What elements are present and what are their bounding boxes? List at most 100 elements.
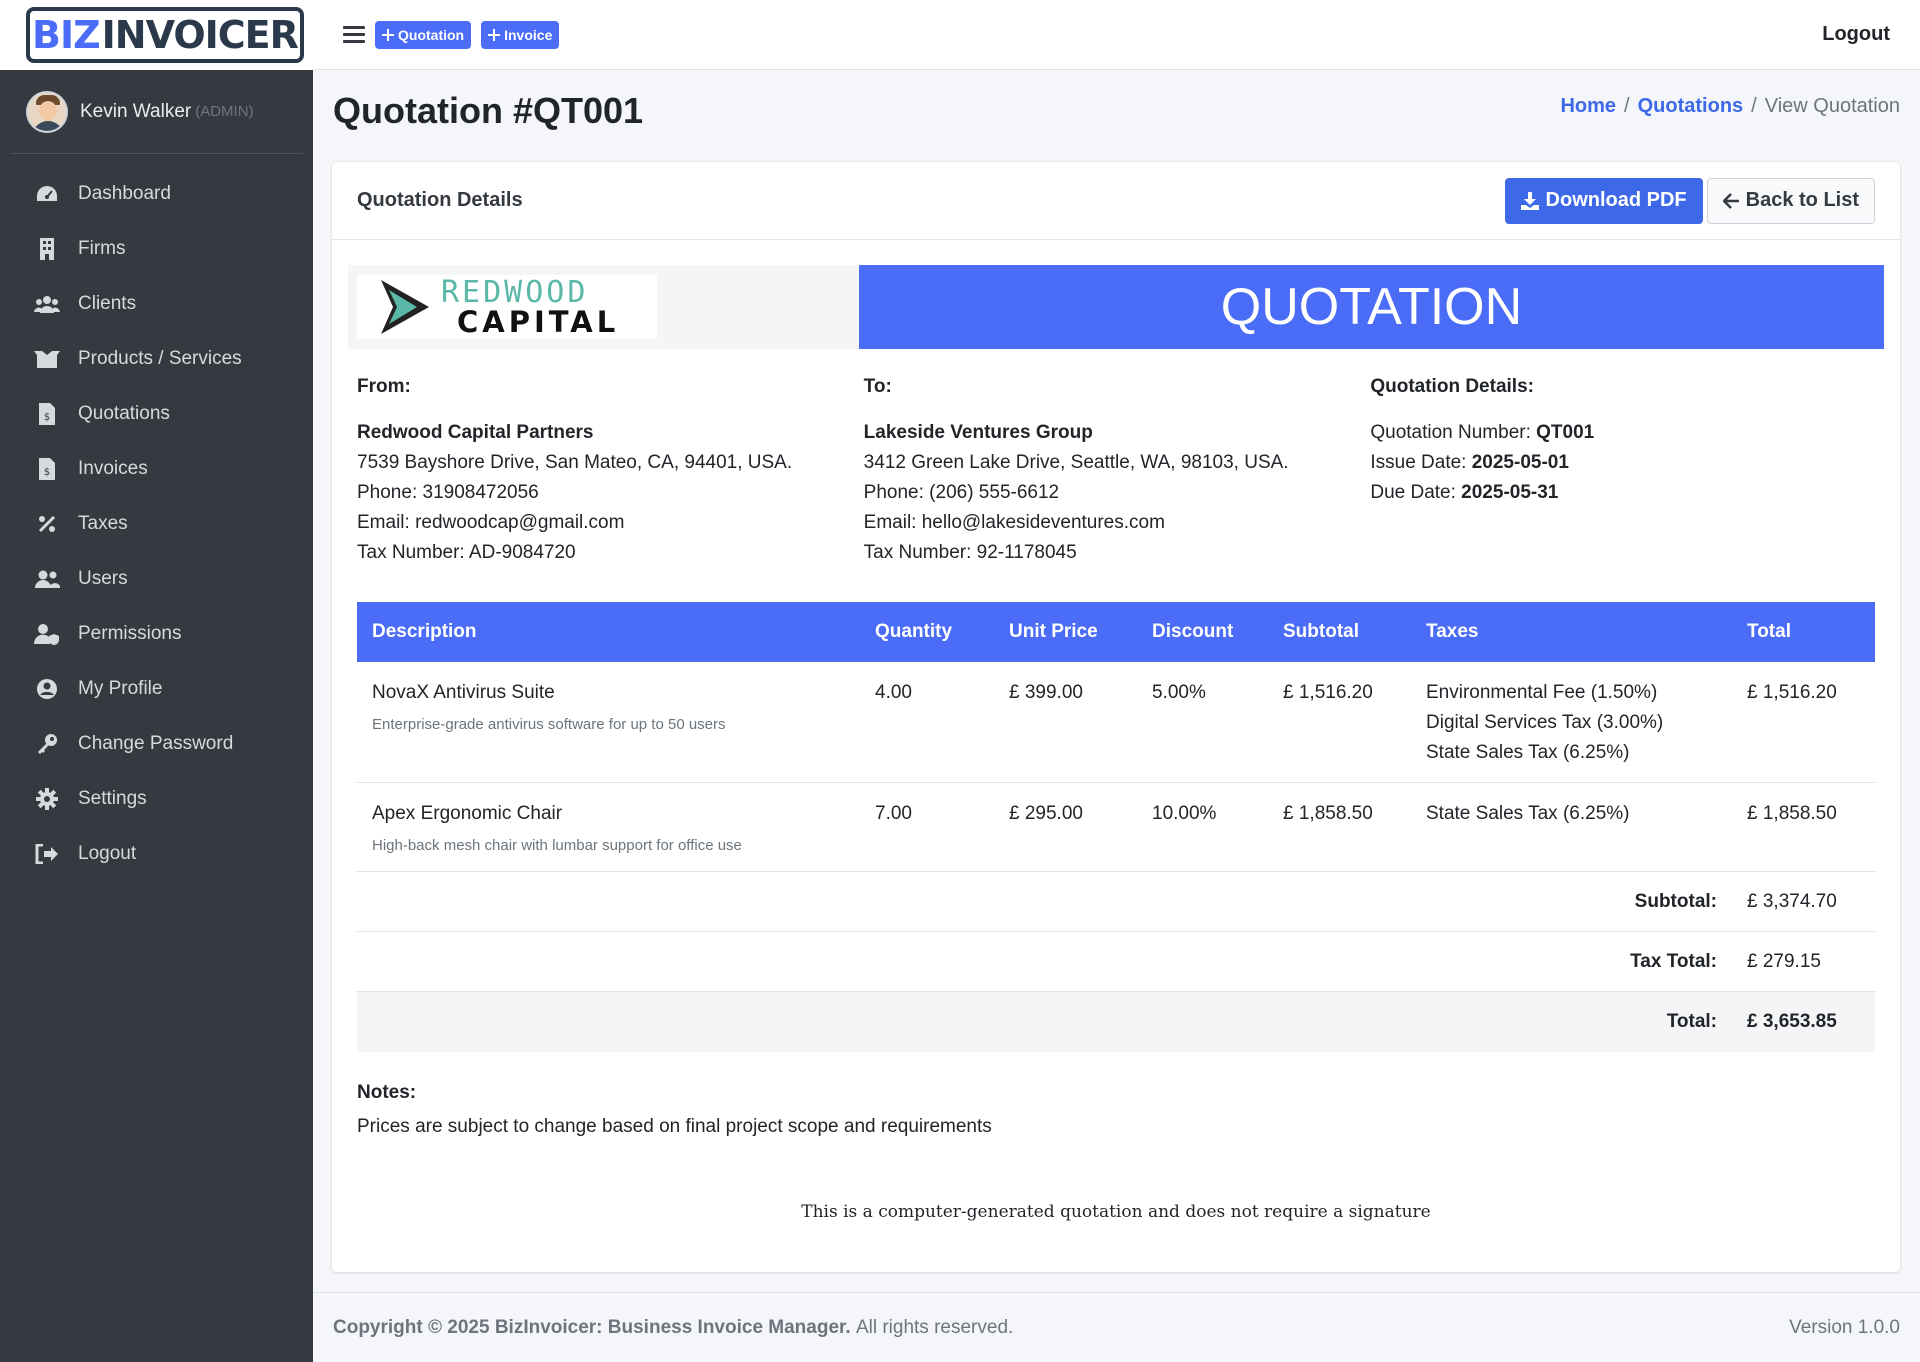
issue-date-label: Issue Date: xyxy=(1370,452,1467,473)
box-icon xyxy=(34,348,60,370)
issue-date-row: Issue Date: 2025-05-01 xyxy=(1370,448,1877,478)
company-logo: REDWOOD CAPITAL xyxy=(357,275,657,339)
brand-logo[interactable]: BIZ INVOICER xyxy=(0,0,313,70)
sidebar-item-taxes[interactable]: Taxes xyxy=(0,496,313,551)
building-icon xyxy=(34,237,60,260)
topbar-logout-link[interactable]: Logout xyxy=(1822,23,1890,46)
item-unit-price: £ 399.00 xyxy=(994,662,1137,783)
details-block: Quotation Details: Quotation Number: QT0… xyxy=(1370,372,1877,568)
column-header: Discount xyxy=(1137,602,1268,662)
item-description-cell: NovaX Antivirus Suite Enterprise-grade a… xyxy=(357,662,860,783)
item-name: NovaX Antivirus Suite xyxy=(372,682,555,703)
from-block: From: Redwood Capital Partners 7539 Bays… xyxy=(357,372,864,568)
back-to-list-label: Back to List xyxy=(1745,189,1859,211)
back-to-list-button[interactable]: Back to List xyxy=(1706,177,1875,224)
tax-line: State Sales Tax (6.25%) xyxy=(1426,742,1630,763)
table-header-row: Description Quantity Unit Price Discount… xyxy=(357,602,1875,662)
sidebar-item-invoices[interactable]: $ Invoices xyxy=(0,441,313,496)
card-title: Quotation Details xyxy=(357,189,523,211)
sidebar-item-my-profile[interactable]: My Profile xyxy=(0,661,313,716)
table-row: NovaX Antivirus Suite Enterprise-grade a… xyxy=(357,662,1875,783)
sidebar-item-label: Logout xyxy=(78,842,137,864)
from-tax: Tax Number: AD-9084720 xyxy=(357,542,576,563)
from-name: Redwood Capital Partners xyxy=(357,422,594,443)
download-pdf-button[interactable]: Download PDF xyxy=(1504,177,1703,224)
new-invoice-button[interactable]: Invoice xyxy=(481,20,560,49)
from-heading: From: xyxy=(357,376,411,397)
sidebar-item-change-password[interactable]: Change Password xyxy=(0,716,313,771)
brand-part2: INVOICER xyxy=(101,13,299,57)
line-items-table: Description Quantity Unit Price Discount… xyxy=(357,602,1875,1052)
document-banner: QUOTATION xyxy=(859,265,1884,349)
sidebar-item-label: Clients xyxy=(78,292,137,314)
breadcrumb-quotations[interactable]: Quotations xyxy=(1638,95,1744,118)
item-discount: 10.00% xyxy=(1137,782,1268,872)
item-description: High-back mesh chair with lumbar support… xyxy=(372,837,742,854)
logo-line2: CAPITAL xyxy=(457,304,620,339)
sidebar-item-label: Invoices xyxy=(78,457,148,479)
to-heading: To: xyxy=(863,376,892,397)
new-quotation-label: Quotation xyxy=(398,26,465,43)
avatar xyxy=(26,90,68,133)
user-circle-icon xyxy=(34,678,60,700)
download-pdf-label: Download PDF xyxy=(1545,189,1687,211)
item-description: Enterprise-grade antivirus software for … xyxy=(372,716,726,733)
subtotal-row: Subtotal: £ 3,374.70 xyxy=(357,871,1875,932)
sidebar-item-firms[interactable]: Firms xyxy=(0,221,313,276)
key-icon xyxy=(34,733,60,755)
item-total: £ 1,516.20 xyxy=(1732,662,1875,783)
column-header: Taxes xyxy=(1411,602,1732,662)
logo-area: REDWOOD CAPITAL xyxy=(348,265,859,349)
rights-text: All rights reserved. xyxy=(855,1316,1014,1338)
menu-toggle-icon[interactable] xyxy=(343,26,365,43)
download-icon xyxy=(1520,191,1539,210)
sidebar-item-label: Taxes xyxy=(78,512,128,534)
sidebar: BIZ INVOICER Kevin Walker (ADMIN) Dashbo… xyxy=(0,0,313,1362)
parties: From: Redwood Capital Partners 7539 Bays… xyxy=(357,372,1877,568)
sidebar-nav: Dashboard Firms Clients Products / Servi… xyxy=(0,154,313,881)
quotation-card: Quotation Details Download PDF Back to L… xyxy=(332,162,1900,1272)
new-quotation-button[interactable]: Quotation xyxy=(375,20,472,49)
sidebar-item-permissions[interactable]: Permissions xyxy=(0,606,313,661)
item-quantity: 4.00 xyxy=(860,662,994,783)
quotation-number: QT001 xyxy=(1536,422,1595,443)
quotation-number-row: Quotation Number: QT001 xyxy=(1370,418,1877,448)
to-phone: Phone: (206) 555-6612 xyxy=(863,482,1060,503)
sidebar-item-clients[interactable]: Clients xyxy=(0,276,313,331)
grand-total-value: £ 3,653.85 xyxy=(1732,991,1875,1052)
to-tax: Tax Number: 92-1178045 xyxy=(863,542,1077,563)
to-block: To: Lakeside Ventures Group 3412 Green L… xyxy=(864,372,1371,568)
sidebar-item-label: Users xyxy=(78,567,128,589)
subtotal-value: £ 3,374.70 xyxy=(1732,871,1875,932)
item-subtotal: £ 1,858.50 xyxy=(1268,782,1411,872)
users-icon xyxy=(34,293,60,315)
column-header: Description xyxy=(357,602,860,662)
arrow-logo-icon xyxy=(381,280,429,334)
user-panel[interactable]: Kevin Walker (ADMIN) xyxy=(10,70,303,154)
file-invoice-icon: $ xyxy=(34,457,60,480)
sidebar-item-settings[interactable]: Settings xyxy=(0,771,313,826)
sidebar-item-label: Quotations xyxy=(78,402,170,424)
breadcrumb-home[interactable]: Home xyxy=(1560,95,1616,118)
tax-line: Environmental Fee (1.50%) xyxy=(1426,682,1658,703)
file-invoice-icon: $ xyxy=(34,402,60,425)
sidebar-item-products[interactable]: Products / Services xyxy=(0,331,313,386)
item-unit-price: £ 295.00 xyxy=(994,782,1137,872)
user-role: (ADMIN) xyxy=(195,103,254,120)
subtotal-label: Subtotal: xyxy=(357,871,1732,932)
to-email: Email: hello@lakesideventures.com xyxy=(863,512,1165,533)
tax-total-label: Tax Total: xyxy=(357,931,1732,992)
page-title: Quotation #QT001 xyxy=(333,90,644,131)
top-navbar: Quotation Invoice Logout xyxy=(313,0,1920,70)
item-discount: 5.00% xyxy=(1137,662,1268,783)
sidebar-item-label: Settings xyxy=(78,787,147,809)
sidebar-item-dashboard[interactable]: Dashboard xyxy=(0,166,313,221)
column-header: Total xyxy=(1732,602,1875,662)
notes-heading: Notes: xyxy=(357,1082,417,1103)
tax-line: Digital Services Tax (3.00%) xyxy=(1426,712,1664,733)
percent-icon xyxy=(34,513,60,535)
tax-total-value: £ 279.15 xyxy=(1732,931,1875,992)
sidebar-item-logout[interactable]: Logout xyxy=(0,826,313,881)
sidebar-item-quotations[interactable]: $ Quotations xyxy=(0,386,313,441)
sidebar-item-users[interactable]: Users xyxy=(0,551,313,606)
